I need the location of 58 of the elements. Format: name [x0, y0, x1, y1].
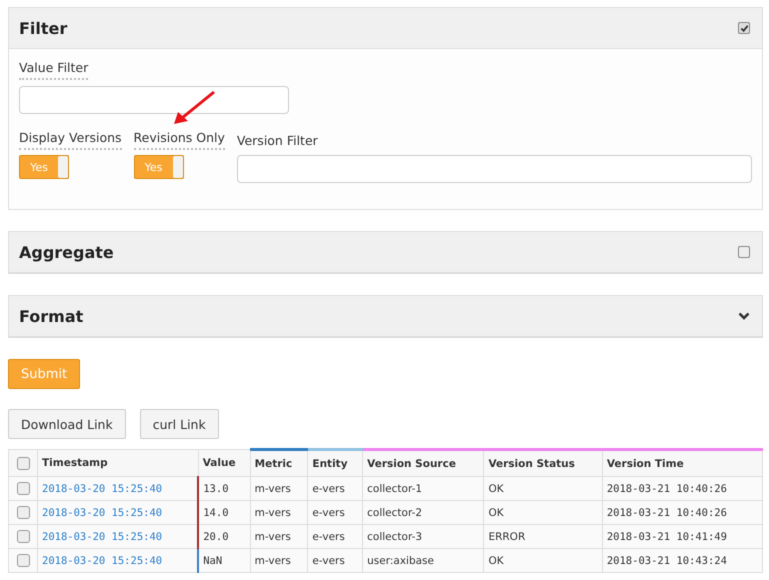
link-button[interactable]: curl Link: [140, 409, 219, 439]
panel-header[interactable]: Filter: [9, 8, 762, 49]
table-cell: e-vers: [308, 524, 363, 548]
table-cell: OK: [484, 476, 602, 500]
table-cell: OK: [484, 548, 602, 572]
column-header[interactable]: Version Source: [362, 450, 484, 476]
column-header[interactable]: Value: [198, 450, 250, 476]
table-cell: 2018-03-21 10:40:26: [602, 500, 762, 524]
timestamp-link[interactable]: 2018-03-20 15:25:40: [38, 476, 198, 500]
table-cell: m-vers: [250, 548, 308, 572]
column-header[interactable]: Version Status: [484, 450, 602, 476]
column-header[interactable]: Entity: [308, 450, 363, 476]
column-header[interactable]: Timestamp: [38, 450, 198, 476]
table-cell: 2018-03-21 10:41:49: [602, 524, 762, 548]
table-cell: collector-3: [362, 524, 484, 548]
panel-title: Format: [19, 306, 84, 326]
field-label: Version Filter: [236, 133, 318, 150]
column-header[interactable]: Version Time: [602, 450, 762, 476]
table-cell: 13.0: [198, 476, 250, 500]
table-cell: user:axibase: [362, 548, 484, 572]
table-cell: e-vers: [308, 476, 363, 500]
table-cell: collector-1: [362, 476, 484, 500]
panel-checkbox[interactable]: [738, 22, 750, 34]
timestamp-link[interactable]: 2018-03-20 15:25:40: [38, 500, 198, 524]
table-cell: 2018-03-21 10:43:24: [602, 548, 762, 572]
table-cell: e-vers: [308, 500, 363, 524]
chevron-down-icon[interactable]: [738, 312, 750, 320]
row-checkbox[interactable]: [16, 482, 30, 495]
table-cell: m-vers: [250, 500, 308, 524]
version-filter-input[interactable]: [236, 155, 752, 183]
table-cell: ERROR: [484, 524, 602, 548]
timestamp-link[interactable]: 2018-03-20 15:25:40: [38, 548, 198, 572]
table-cell: 20.0: [198, 524, 250, 548]
field-label: Revisions Only: [134, 130, 225, 150]
table-cell: 2018-03-21 10:40:26: [602, 476, 762, 500]
table-cell: m-vers: [250, 524, 308, 548]
row-checkbox[interactable]: [16, 506, 30, 519]
table-cell: 14.0: [198, 500, 250, 524]
link-button[interactable]: Download Link: [8, 409, 126, 439]
table-cell: collector-2: [362, 500, 484, 524]
value-filter-input[interactable]: [19, 86, 289, 114]
column-header[interactable]: Metric: [250, 450, 308, 476]
table-cell: OK: [484, 500, 602, 524]
table-cell: e-vers: [308, 548, 363, 572]
arrow-drawing: [172, 90, 218, 126]
table-cell: NaN: [198, 548, 250, 572]
panel-title: Aggregate: [19, 242, 114, 262]
row-checkbox[interactable]: [16, 530, 30, 543]
panel-title: Filter: [19, 18, 68, 38]
field-label: Display Versions: [19, 130, 122, 150]
timestamp-link[interactable]: 2018-03-20 15:25:40: [38, 524, 198, 548]
panel-checkbox[interactable]: [738, 246, 750, 258]
field-label: Value Filter: [19, 60, 88, 80]
panel-header[interactable]: Aggregate: [9, 232, 762, 273]
table-cell: m-vers: [250, 476, 308, 500]
select-all-checkbox[interactable]: [16, 456, 30, 470]
panel-header[interactable]: Format: [9, 296, 762, 337]
row-checkbox[interactable]: [16, 554, 30, 567]
